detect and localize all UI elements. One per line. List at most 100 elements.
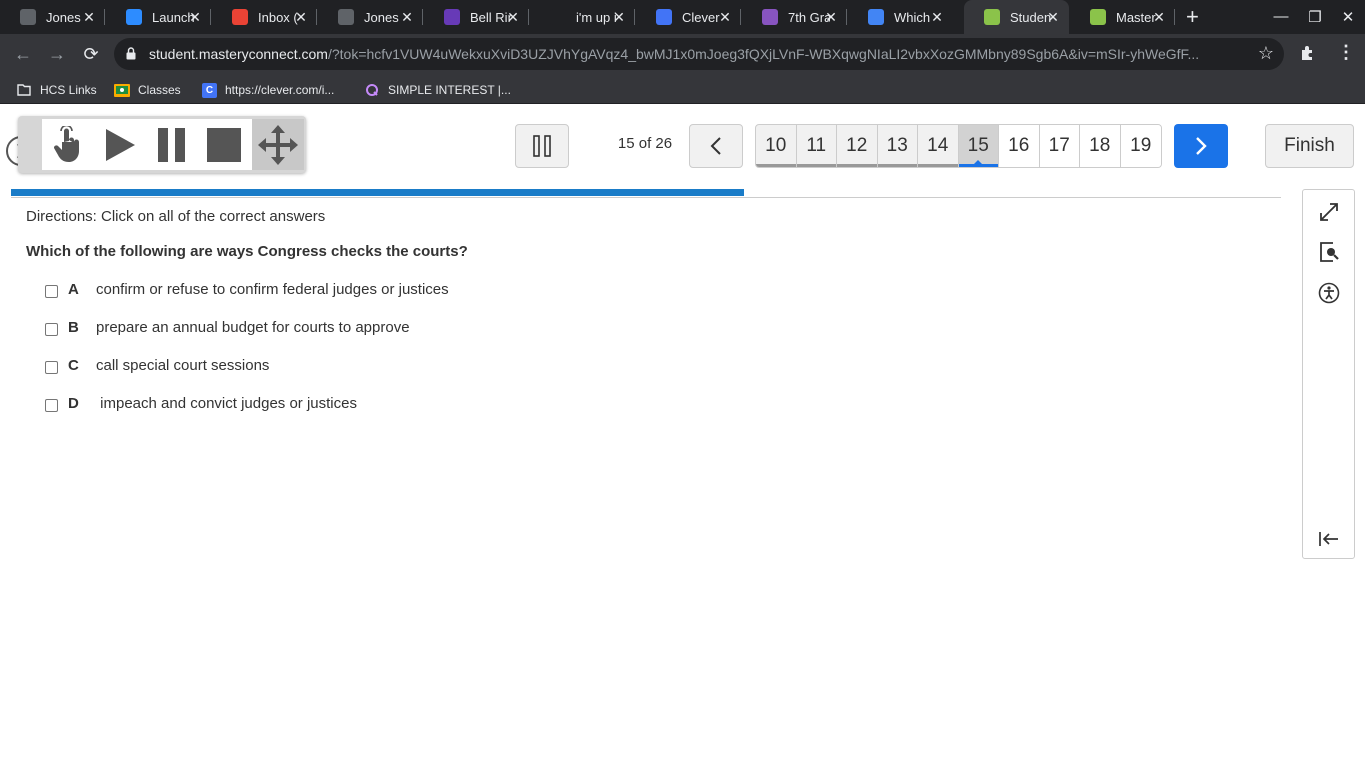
previous-question-button[interactable] <box>689 124 743 168</box>
question-number-11[interactable]: 11 <box>796 125 837 167</box>
tab-close-icon[interactable]: ✕ <box>929 9 945 25</box>
browser-tab[interactable]: Jones ✕ <box>0 0 105 34</box>
browser-menu-icon[interactable]: ⋮ <box>1337 43 1355 61</box>
question-number-15[interactable]: 15 <box>958 125 999 167</box>
question-number-17[interactable]: 17 <box>1039 125 1080 167</box>
browser-tab[interactable]: Studen ✕ <box>964 0 1069 34</box>
browser-tab[interactable]: Launch ✕ <box>106 0 211 34</box>
answer-choice-d[interactable]: D impeach and convict judges or justices <box>26 384 1286 422</box>
quizizz-icon <box>364 83 380 97</box>
bookmark-hcs-links[interactable]: HCS Links <box>16 81 97 99</box>
tab-close-icon[interactable]: ✕ <box>717 9 733 25</box>
answer-choice-b[interactable]: Bprepare an annual budget for courts to … <box>26 308 1286 346</box>
forward-icon[interactable]: → <box>46 43 68 65</box>
back-icon[interactable]: ← <box>12 43 34 65</box>
answer-checkbox[interactable] <box>45 284 58 298</box>
pointer-hand-button[interactable] <box>42 119 94 170</box>
classroom-icon <box>114 83 130 97</box>
address-bar[interactable]: student.masteryconnect.com/?tok=hcfv1VUW… <box>114 38 1284 70</box>
tab-separator <box>634 9 635 25</box>
question-number-19[interactable]: 19 <box>1120 125 1161 167</box>
tab-close-icon[interactable]: ✕ <box>505 9 521 25</box>
choice-text: impeach and convict judges or justices <box>96 394 357 412</box>
browser-tab[interactable]: Inbox (✕ <box>212 0 317 34</box>
tab-close-icon[interactable]: ✕ <box>187 9 203 25</box>
pause-assessment-button[interactable] <box>515 124 569 168</box>
tab-close-icon[interactable]: ✕ <box>611 9 627 25</box>
contact-icon <box>20 9 36 25</box>
forms-icon <box>444 9 460 25</box>
question-stem: Which of the following are ways Congress… <box>26 243 468 260</box>
progress-bar <box>11 189 1281 198</box>
accessibility-button[interactable] <box>1317 281 1341 305</box>
bookmark-clever[interactable]: C https://clever.com/i... <box>202 81 334 99</box>
question-number-10[interactable]: 10 <box>756 125 797 167</box>
hand-pointer-icon <box>53 125 79 162</box>
answer-checkbox[interactable] <box>45 360 58 374</box>
chevron-right-icon <box>1196 137 1207 155</box>
question-content: Directions: Click on all of the correct … <box>26 208 1286 422</box>
magnifier-button[interactable] <box>1317 240 1341 264</box>
tab-close-icon[interactable]: ✕ <box>81 9 97 25</box>
question-number-12[interactable]: 12 <box>837 125 878 167</box>
extensions-puzzle-icon[interactable] <box>1299 44 1317 62</box>
tab-separator <box>422 9 423 25</box>
bookmark-classes[interactable]: Classes <box>114 81 181 99</box>
collapse-left-icon <box>1319 532 1338 546</box>
browser-tab[interactable]: Jones ✕ <box>318 0 423 34</box>
question-number-13[interactable]: 13 <box>877 125 918 167</box>
url-path: /?tok=hcfv1VUW4uWekxuXviD3UZJVhYgAVqz4_b… <box>327 46 1200 62</box>
chevron-left-icon <box>710 137 721 155</box>
browser-tab[interactable]: Master ✕ <box>1070 0 1175 34</box>
question-number-16[interactable]: 16 <box>999 125 1040 167</box>
google-icon <box>868 9 884 25</box>
finish-button[interactable]: Finish <box>1265 124 1354 168</box>
expand-view-button[interactable] <box>1317 200 1341 224</box>
choice-letter: D <box>68 394 79 412</box>
browser-tab[interactable]: i'm up i ✕ <box>530 0 635 34</box>
play-icon <box>106 128 135 161</box>
side-tools-panel <box>1302 189 1355 559</box>
tab-close-icon[interactable]: ✕ <box>1151 9 1167 25</box>
tab-close-icon[interactable]: ✕ <box>293 9 309 25</box>
url-text: student.masteryconnect.com/?tok=hcfv1VUW… <box>149 46 1241 62</box>
browser-tab[interactable]: Which ✕ <box>848 0 953 34</box>
move-arrows-icon <box>258 124 298 165</box>
text-to-speech-toolbar <box>6 116 306 173</box>
question-number-14[interactable]: 14 <box>918 125 959 167</box>
reload-icon[interactable]: ⟳ <box>80 43 102 65</box>
tab-separator <box>846 9 847 25</box>
question-number-18[interactable]: 18 <box>1080 125 1121 167</box>
choice-letter: B <box>68 318 79 336</box>
browser-tab[interactable]: 7th Gra ✕ <box>742 0 847 34</box>
new-tab-button[interactable]: + <box>1186 6 1199 28</box>
bookmarks-bar: HCS Links Classes C https://clever.com/i… <box>0 74 1365 104</box>
tab-close-icon[interactable]: ✕ <box>399 9 415 25</box>
answer-choice-c[interactable]: Ccall special court sessions <box>26 346 1286 384</box>
bookmark-simple-interest[interactable]: SIMPLE INTEREST |... <box>364 81 511 99</box>
directions-text: Directions: Click on all of the correct … <box>26 208 326 225</box>
move-toolbar-handle[interactable] <box>252 119 304 170</box>
browser-tab[interactable]: Bell Rin ✕ <box>424 0 529 34</box>
tab-separator <box>316 9 317 25</box>
brainly-icon <box>550 9 566 25</box>
expand-arrows-icon <box>1320 203 1338 221</box>
pause-icon <box>158 127 185 162</box>
window-close-icon[interactable]: ✕ <box>1338 8 1358 26</box>
restore-icon[interactable]: ❐ <box>1305 8 1325 26</box>
pause-button[interactable] <box>146 119 198 170</box>
minimize-icon[interactable]: — <box>1271 8 1291 25</box>
stop-button[interactable] <box>198 119 250 170</box>
answer-choice-a[interactable]: Aconfirm or refuse to confirm federal ju… <box>26 270 1286 308</box>
answer-checkbox[interactable] <box>45 398 58 412</box>
bookmark-star-icon[interactable]: ☆ <box>1258 43 1274 64</box>
choice-letter: C <box>68 356 79 374</box>
tab-close-icon[interactable]: ✕ <box>1045 9 1061 25</box>
browser-tab[interactable]: Clever ✕ <box>636 0 741 34</box>
tab-close-icon[interactable]: ✕ <box>823 9 839 25</box>
next-question-button[interactable] <box>1174 124 1228 168</box>
assessment-page: 15 of 26 10 11 12 13 14 15 16 17 18 19 Finish Dir… <box>0 108 1365 768</box>
answer-checkbox[interactable] <box>45 322 58 336</box>
play-button[interactable] <box>94 119 146 170</box>
collapse-panel-button[interactable] <box>1317 527 1341 551</box>
